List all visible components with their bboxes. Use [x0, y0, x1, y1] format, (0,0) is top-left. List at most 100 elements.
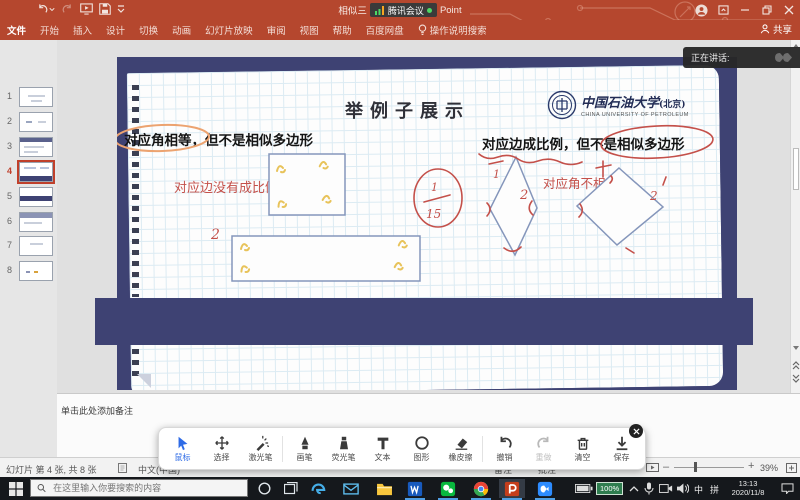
scroll-down-arrow[interactable]: [793, 346, 799, 350]
previous-slide-button[interactable]: [792, 360, 800, 370]
slide-thumbnail-1[interactable]: [19, 87, 53, 107]
tab-slideshow[interactable]: 幻灯片放映: [198, 23, 260, 37]
ribbon-tab-bar: 文件 开始 插入 设计 切换 动画 幻灯片放映 审阅 视图 帮助 百度网盘 操作…: [0, 20, 800, 40]
tool-select[interactable]: 选择: [202, 430, 241, 467]
close-button[interactable]: [778, 0, 800, 20]
thumb-decor: [20, 176, 52, 181]
tab-file[interactable]: 文件: [0, 23, 33, 37]
slide-title[interactable]: 举 例 子 展 示: [345, 97, 464, 123]
tool-pen[interactable]: 画笔: [285, 430, 324, 467]
battery-icon[interactable]: [575, 484, 593, 493]
annotation-toolbar-close-button[interactable]: [629, 424, 643, 438]
cursor-icon: [175, 435, 191, 451]
tool-shapes[interactable]: 图形: [402, 430, 441, 467]
thumb-decor: [24, 151, 38, 153]
taskbar-edge-icon[interactable]: [305, 479, 331, 498]
tool-highlighter[interactable]: 荧光笔: [324, 430, 363, 467]
taskbar-word-icon[interactable]: [402, 479, 428, 498]
slide-thumbnail-3[interactable]: [19, 137, 53, 157]
tool-laser-pointer[interactable]: 激光笔: [241, 430, 280, 467]
taskbar-file-explorer-icon[interactable]: [371, 479, 397, 498]
tab-animations[interactable]: 动画: [165, 23, 198, 37]
tool-undo[interactable]: 撤销: [485, 430, 524, 467]
tray-expand-chevron[interactable]: [629, 485, 639, 492]
restore-button[interactable]: [756, 0, 778, 20]
action-center-icon[interactable]: [781, 483, 794, 494]
tool-mouse[interactable]: 鼠标: [163, 430, 202, 467]
next-slide-button[interactable]: [792, 374, 800, 384]
taskbar-tencent-meeting-icon[interactable]: [532, 479, 558, 498]
scrollbar-thumb[interactable]: [793, 148, 799, 190]
zoom-level[interactable]: 39%: [760, 463, 778, 473]
slide-thumbnail-2[interactable]: [19, 112, 53, 132]
tab-insert[interactable]: 插入: [66, 23, 99, 37]
tool-eraser[interactable]: 橡皮擦: [441, 430, 480, 467]
tab-view[interactable]: 视图: [293, 23, 326, 37]
ime-tray-indicator[interactable]: 拼: [710, 483, 719, 496]
undo-button[interactable]: [36, 3, 55, 15]
taskbar-search-box[interactable]: [30, 479, 248, 497]
accessibility-icon[interactable]: [118, 463, 129, 473]
tab-home[interactable]: 开始: [33, 23, 66, 37]
task-view-button[interactable]: [284, 482, 298, 495]
slide-thumbnail-5[interactable]: [19, 187, 53, 207]
slide-thumbnail-8[interactable]: [19, 261, 53, 281]
slide-thumbnail-4-selected[interactable]: [19, 162, 53, 182]
tell-me-search-label: 操作说明搜索: [430, 23, 487, 37]
slide-thumbnail-6[interactable]: [19, 212, 53, 232]
tencent-meeting-badge[interactable]: 腾讯会议: [370, 3, 437, 17]
slideshow-view-icon[interactable]: [646, 463, 659, 474]
tell-me-search[interactable]: 操作说明搜索: [411, 23, 494, 37]
tool-clear[interactable]: 清空: [563, 430, 602, 467]
fit-to-window-icon[interactable]: [786, 463, 797, 473]
zoom-slider-track[interactable]: [674, 467, 744, 468]
annotation-toolbar: 鼠标 选择 激光笔 画笔 荧光笔 文本 图形 橡皮擦: [158, 427, 646, 470]
tool-redo[interactable]: 重做: [524, 430, 563, 467]
zoom-in-button[interactable]: +: [748, 460, 754, 472]
minimize-button[interactable]: [734, 0, 756, 20]
tab-baidu-netdisk[interactable]: 百度网盘: [359, 23, 411, 37]
slide-number: 2: [7, 116, 12, 126]
tool-text[interactable]: 文本: [363, 430, 402, 467]
tencent-meeting-logo-icon: [774, 52, 794, 63]
redo-button[interactable]: [61, 3, 74, 15]
thumb-decor: [30, 243, 43, 245]
start-slideshow-button[interactable]: [80, 3, 93, 15]
account-avatar[interactable]: [690, 0, 712, 20]
share-button[interactable]: 共享: [760, 22, 792, 36]
save-button[interactable]: [99, 3, 111, 15]
language-tray-indicator[interactable]: 中: [694, 483, 703, 496]
camera-icon[interactable]: [659, 484, 673, 493]
toolbar-separator: [282, 436, 283, 462]
university-seal-icon: [547, 90, 577, 120]
taskbar-clock[interactable]: 13:13 2020/11/8: [722, 479, 774, 497]
tab-design[interactable]: 设计: [99, 23, 132, 37]
vertical-scrollbar[interactable]: [790, 40, 800, 393]
taskbar-wechat-icon[interactable]: [435, 479, 461, 498]
taskbar-mail-icon[interactable]: [338, 479, 364, 498]
meeting-badge-label: 腾讯会议: [388, 4, 424, 17]
slide-thumbnail-7[interactable]: [19, 236, 53, 256]
tab-help[interactable]: 帮助: [326, 23, 359, 37]
slide-number: 5: [7, 191, 12, 201]
customize-quick-access-button[interactable]: [117, 3, 125, 15]
wechat-icon: [440, 481, 456, 497]
taskbar-powerpoint-icon-active[interactable]: [499, 479, 525, 498]
left-heading-textbox[interactable]: 对应角相等，但不是相似多边形: [124, 129, 313, 149]
zoom-out-button[interactable]: –: [663, 461, 669, 473]
taskbar-chrome-icon[interactable]: [468, 479, 494, 498]
speaker-icon[interactable]: [676, 483, 689, 494]
thumb-decor: [40, 167, 49, 169]
search-icon: [37, 483, 46, 493]
tab-review[interactable]: 审阅: [260, 23, 293, 37]
cortana-button[interactable]: [258, 482, 271, 495]
ribbon-display-options-button[interactable]: [712, 0, 734, 20]
zoom-slider-thumb[interactable]: [694, 462, 697, 472]
thumb-decor: [24, 167, 36, 169]
search-input[interactable]: [51, 482, 241, 494]
microphone-icon[interactable]: [644, 482, 654, 495]
edge-browser-icon: [310, 481, 326, 497]
tab-transitions[interactable]: 切换: [132, 23, 165, 37]
windows-start-button[interactable]: [9, 482, 23, 496]
right-heading-textbox[interactable]: 对应边成比例，但不是相似多边形: [482, 133, 685, 153]
